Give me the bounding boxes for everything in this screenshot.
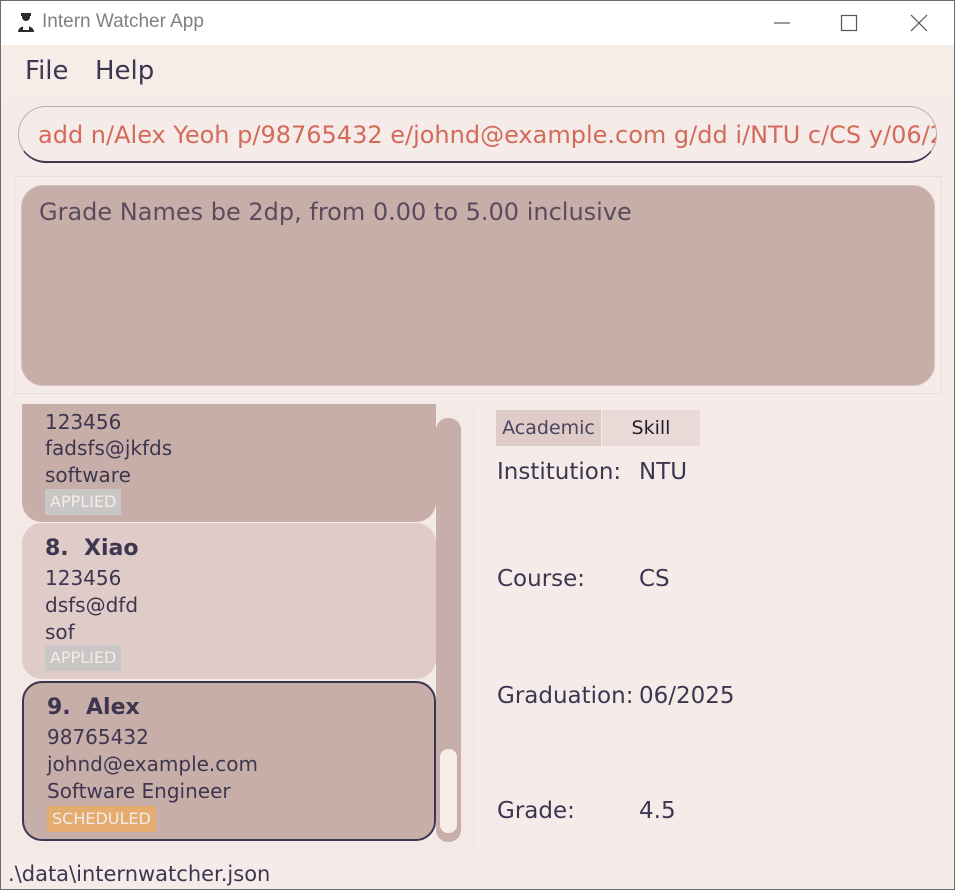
status-badge: APPLIED — [45, 645, 122, 671]
intern-list: 123456 fadsfs@jkfds software APPLIED 8. … — [8, 404, 476, 852]
menu-help[interactable]: Help — [95, 56, 154, 86]
minimize-icon — [774, 22, 790, 24]
graduation-label: Graduation: — [497, 683, 634, 709]
status-badge: APPLIED — [45, 489, 122, 515]
menu-bar: File Help — [1, 45, 954, 97]
intern-name-row: 8. Xiao — [45, 536, 138, 561]
menu-file[interactable]: File — [25, 56, 69, 86]
intern-role: sof — [45, 620, 75, 644]
result-message: Grade Names be 2dp, from 0.00 to 5.00 in… — [39, 198, 632, 226]
grade-label: Grade: — [497, 798, 575, 824]
intern-name: Xiao — [84, 536, 139, 561]
person-icon — [18, 13, 34, 32]
list-item[interactable]: 8. Xiao 123456 dsfs@dfd sof APPLIED — [22, 523, 436, 679]
grade-value: 4.5 — [639, 798, 676, 824]
list-scrollbar[interactable] — [436, 418, 461, 842]
status-bar: .\data\internwatcher.json — [1, 852, 954, 889]
title-bar: Intern Watcher App — [1, 1, 954, 45]
save-file-path: .\data\internwatcher.json — [8, 862, 271, 886]
intern-index: 9. — [47, 695, 71, 720]
tab-academic[interactable]: Academic — [496, 410, 601, 446]
intern-phone: 123456 — [45, 410, 122, 434]
command-input-text: add n/Alex Yeoh p/98765432 e/johnd@examp… — [38, 121, 937, 149]
intern-phone: 123456 — [45, 566, 122, 590]
intern-phone: 98765432 — [47, 725, 149, 749]
result-display: Grade Names be 2dp, from 0.00 to 5.00 in… — [21, 185, 935, 386]
course-label: Course: — [497, 566, 586, 592]
institution-label: Institution: — [497, 459, 622, 485]
maximize-button[interactable] — [814, 1, 884, 45]
maximize-icon — [840, 14, 858, 32]
command-input[interactable]: add n/Alex Yeoh p/98765432 e/johnd@examp… — [18, 106, 937, 163]
list-item[interactable]: 123456 fadsfs@jkfds software APPLIED — [22, 404, 436, 522]
intern-name-row: 9. Alex — [47, 695, 140, 720]
intern-name: Alex — [86, 695, 140, 720]
intern-role: software — [45, 463, 131, 487]
intern-role: Software Engineer — [47, 779, 231, 803]
intern-email: dsfs@dfd — [45, 593, 139, 617]
intern-email: johnd@example.com — [47, 752, 258, 776]
intern-index: 8. — [45, 536, 69, 561]
minimize-button[interactable] — [747, 1, 817, 45]
tab-skill[interactable]: Skill — [602, 410, 700, 446]
window-title: Intern Watcher App — [42, 11, 204, 32]
scrollbar-thumb[interactable] — [440, 749, 457, 833]
close-icon — [910, 14, 928, 32]
institution-value: NTU — [639, 459, 688, 485]
course-value: CS — [639, 566, 670, 592]
intern-email: fadsfs@jkfds — [45, 436, 173, 460]
status-badge: SCHEDULED — [47, 806, 156, 832]
graduation-value: 06/2025 — [639, 683, 735, 709]
detail-panel: Academic Skill Institution: NTU Course: … — [480, 404, 954, 852]
list-item-selected[interactable]: 9. Alex 98765432 johnd@example.com Softw… — [22, 681, 436, 841]
close-button[interactable] — [884, 1, 954, 45]
